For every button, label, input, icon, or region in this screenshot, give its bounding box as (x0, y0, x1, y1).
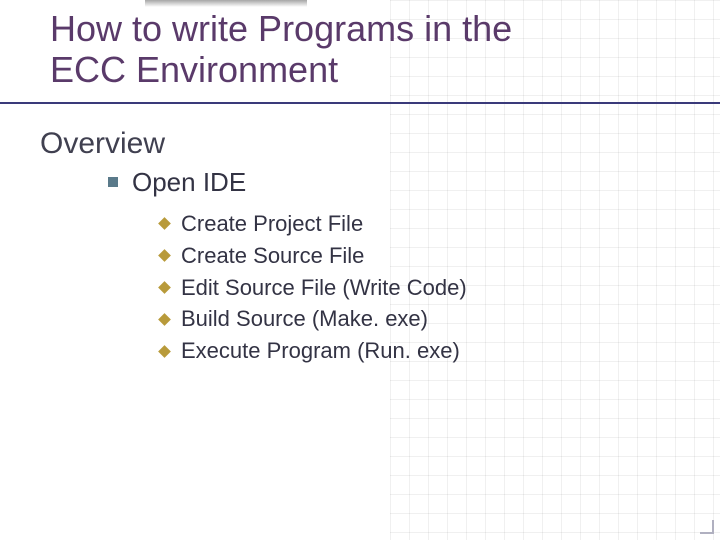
slide-title: How to write Programs in the ECC Environ… (50, 8, 670, 91)
items-list: Create Project File Create Source File E… (160, 208, 670, 367)
diamond-bullet-icon (158, 345, 171, 358)
item-label: Build Source (Make. exe) (181, 303, 428, 335)
list-item: Execute Program (Run. exe) (160, 335, 670, 367)
item-label: Execute Program (Run. exe) (181, 335, 460, 367)
square-bullet-icon (108, 177, 118, 187)
item-label: Create Source File (181, 240, 364, 272)
resize-corner-icon (694, 514, 714, 534)
title-line-2: ECC Environment (50, 49, 338, 90)
diamond-bullet-icon (158, 249, 171, 262)
level1-item: Open IDE (108, 167, 670, 198)
overview-heading: Overview (40, 127, 670, 161)
list-item: Build Source (Make. exe) (160, 303, 670, 335)
list-item: Create Source File (160, 240, 670, 272)
diamond-bullet-icon (158, 217, 171, 230)
list-item: Create Project File (160, 208, 670, 240)
title-line-1: How to write Programs in the (50, 8, 512, 49)
slide-content: How to write Programs in the ECC Environ… (0, 0, 720, 367)
list-item: Edit Source File (Write Code) (160, 272, 670, 304)
item-label: Create Project File (181, 208, 363, 240)
diamond-bullet-icon (158, 281, 171, 294)
level1-label: Open IDE (132, 167, 246, 198)
diamond-bullet-icon (158, 313, 171, 326)
item-label: Edit Source File (Write Code) (181, 272, 467, 304)
